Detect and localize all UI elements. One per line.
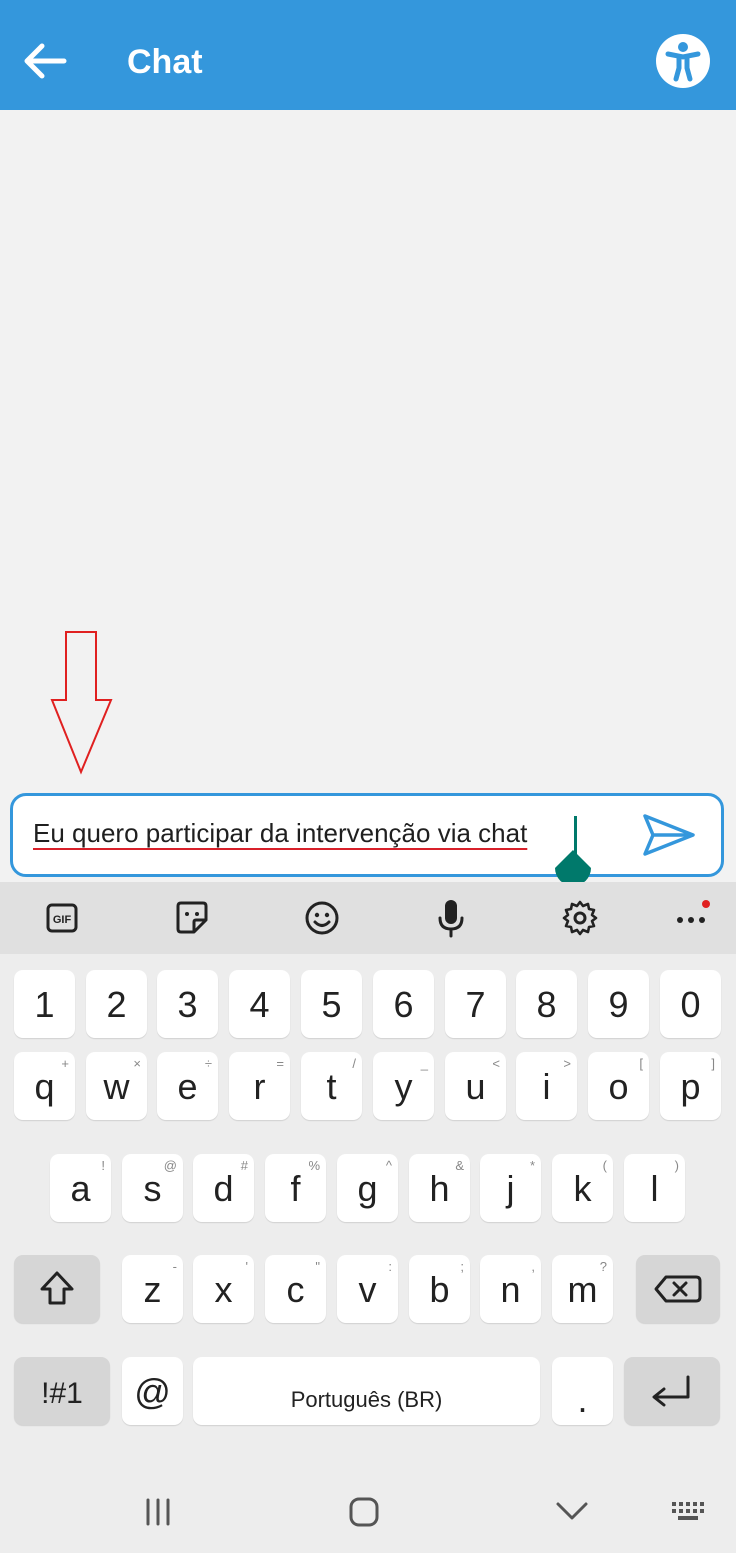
enter-key[interactable] — [624, 1357, 720, 1425]
system-nav-bar — [0, 1458, 736, 1553]
svg-text:GIF: GIF — [53, 914, 72, 926]
voice-input-button[interactable] — [429, 896, 473, 940]
more-options-button[interactable] — [670, 896, 714, 940]
key-2[interactable]: 2 — [86, 970, 147, 1038]
nav-back-button[interactable] — [552, 1492, 592, 1532]
key-5[interactable]: 5 — [301, 970, 362, 1038]
key-x[interactable]: ' x — [193, 1255, 254, 1323]
backspace-key[interactable] — [636, 1255, 720, 1323]
key-n[interactable]: ,n — [480, 1255, 541, 1323]
key-f[interactable]: % f — [265, 1154, 326, 1222]
emoji-button[interactable] — [300, 896, 344, 940]
key-e[interactable]: ÷ e — [157, 1052, 218, 1120]
shift-icon — [40, 1271, 74, 1305]
home-icon — [349, 1497, 379, 1527]
send-button[interactable] — [639, 810, 699, 860]
symbols-key[interactable]: !#1 — [14, 1357, 110, 1425]
key-d[interactable]: # d — [193, 1154, 254, 1222]
key-l[interactable]: ) l — [624, 1154, 685, 1222]
app-bar: Chat — [0, 0, 736, 110]
key-y[interactable]: _ y — [373, 1052, 434, 1120]
more-icon — [677, 900, 710, 923]
settings-icon — [562, 900, 598, 936]
keyboard-settings-button[interactable] — [558, 896, 602, 940]
back-button[interactable] — [20, 36, 70, 86]
key-b[interactable]: ; b — [409, 1255, 470, 1323]
key-j[interactable]: * j — [480, 1154, 541, 1222]
message-text: Eu quero participar da intervenção via c… — [33, 818, 528, 848]
gif-icon: GIF — [46, 903, 78, 933]
key-g[interactable]: ^ g — [337, 1154, 398, 1222]
key-r[interactable]: = r — [229, 1052, 290, 1120]
sticker-icon — [176, 901, 208, 934]
key-4[interactable]: 4 — [229, 970, 290, 1038]
microphone-icon — [438, 900, 464, 938]
key-1[interactable]: 1 — [14, 970, 75, 1038]
message-input[interactable]: Eu quero participar da intervenção via c… — [10, 793, 724, 877]
text-caret — [574, 816, 577, 854]
key-0[interactable]: 0 — [660, 970, 721, 1038]
key-q[interactable]: + q — [14, 1052, 75, 1120]
home-button[interactable] — [344, 1492, 384, 1532]
back-chevron-icon — [556, 1502, 588, 1520]
key-u[interactable]: < u — [445, 1052, 506, 1120]
key-7[interactable]: 7 — [445, 970, 506, 1038]
key-a[interactable]: ! a — [50, 1154, 111, 1222]
space-key[interactable]: Português (BR) — [193, 1357, 540, 1425]
shift-key[interactable] — [14, 1255, 100, 1323]
gif-button[interactable]: GIF — [40, 896, 84, 940]
keyboard-toolbar: GIF — [0, 882, 736, 954]
key-z[interactable]: -z — [122, 1255, 183, 1323]
key-8[interactable]: 8 — [516, 970, 577, 1038]
key-s[interactable]: @ s — [122, 1154, 183, 1222]
key-period[interactable]: . — [552, 1357, 613, 1425]
key-k[interactable]: (k — [552, 1154, 613, 1222]
accessibility-icon — [665, 42, 701, 82]
soft-keyboard: GIF 1 2 3 4 5 6 7 8 9 0 + q × w ÷ e = r … — [0, 882, 736, 1458]
sticker-button[interactable] — [170, 896, 214, 940]
key-m[interactable]: ? m — [552, 1255, 613, 1323]
accessibility-button[interactable] — [656, 34, 710, 88]
backspace-icon — [654, 1275, 702, 1303]
key-p[interactable]: ] p — [660, 1052, 721, 1120]
page-title: Chat — [127, 43, 203, 81]
send-icon — [643, 814, 695, 856]
key-w[interactable]: × w — [86, 1052, 147, 1120]
annotation-arrow — [50, 631, 113, 775]
keyboard-hide-button[interactable] — [668, 1492, 708, 1532]
key-i[interactable]: > i — [516, 1052, 577, 1120]
key-6[interactable]: 6 — [373, 970, 434, 1038]
key-at[interactable]: @ — [122, 1357, 183, 1425]
enter-icon — [652, 1375, 690, 1407]
recents-button[interactable] — [138, 1492, 178, 1532]
key-3[interactable]: 3 — [157, 970, 218, 1038]
keyboard-hide-icon — [672, 1502, 704, 1520]
recents-icon — [146, 1498, 170, 1526]
arrow-left-icon — [24, 43, 67, 79]
key-9[interactable]: 9 — [588, 970, 649, 1038]
key-t[interactable]: / t — [301, 1052, 362, 1120]
key-o[interactable]: [o — [588, 1052, 649, 1120]
key-h[interactable]: & h — [409, 1154, 470, 1222]
key-c[interactable]: " c — [265, 1255, 326, 1323]
emoji-icon — [305, 901, 339, 935]
key-v[interactable]: :v — [337, 1255, 398, 1323]
